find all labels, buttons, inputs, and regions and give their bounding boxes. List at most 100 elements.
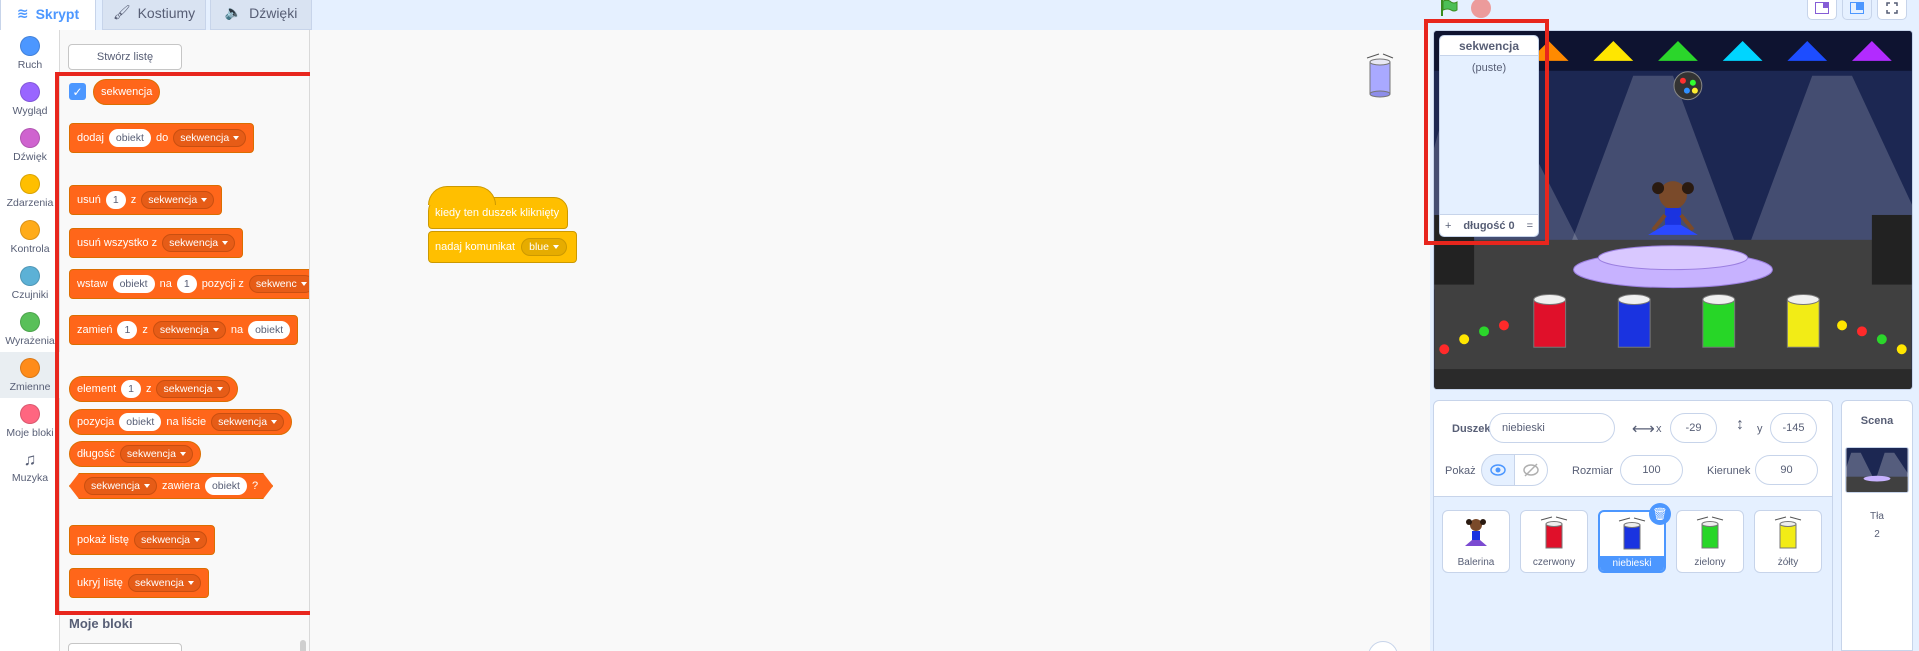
category-sensing[interactable]: Czujniki [0, 260, 60, 306]
make-block-button[interactable] [68, 643, 182, 651]
sprite-tile-zielony[interactable]: zielony [1676, 510, 1744, 573]
delete-item-block[interactable]: usuń 1 z sekwencja [69, 185, 223, 215]
y-input[interactable]: -145 [1770, 413, 1817, 443]
broadcast-block[interactable]: nadaj komunikat blue [428, 231, 577, 263]
small-stage-button[interactable] [1807, 0, 1837, 20]
insert-at-block[interactable]: wstaw obiekt na 1 pozycji z sekwenc [69, 269, 309, 299]
category-my-blocks[interactable]: Moje bloki [0, 398, 60, 444]
category-variables[interactable]: Zmienne [0, 352, 60, 398]
block-text: dodaj [77, 132, 104, 144]
make-list-button[interactable]: Stwórz listę [68, 44, 182, 70]
tab-sounds-label: Dźwięki [249, 4, 298, 21]
category-sound[interactable]: Dźwięk [0, 122, 60, 168]
block-text: usuń [77, 194, 101, 206]
hide-list-block[interactable]: ukryj listę sekwencja [69, 568, 209, 598]
list-contains-block[interactable]: sekwencja zawiera obiekt ? [69, 473, 273, 499]
monitor-highlight-box [1424, 19, 1549, 245]
control-dot-icon [20, 220, 40, 240]
category-label: Dźwięk [13, 151, 47, 163]
list-reporter-block[interactable]: sekwencja [93, 79, 161, 105]
tab-costumes-label: Kostiumy [137, 4, 196, 21]
list-dropdown[interactable]: sekwencja [173, 129, 247, 147]
block-input[interactable]: obiekt [108, 129, 151, 147]
block-text: na [230, 324, 244, 336]
block-text: pozycji z [201, 278, 244, 290]
category-looks[interactable]: Wygląd [0, 76, 60, 122]
sprite-tile-balerina[interactable]: Balerina [1442, 510, 1510, 573]
delete-all-block[interactable]: usuń wszystko z sekwencja [69, 228, 244, 258]
script-area[interactable] [310, 30, 1430, 651]
green-flag-icon[interactable] [1440, 0, 1458, 16]
sprite-tile-czerwony[interactable]: czerwony [1520, 510, 1588, 573]
category-motion[interactable]: Ruch [0, 30, 60, 76]
insert-block-clip: wstaw obiekt na 1 pozycji z sekwenc [69, 269, 309, 301]
normal-stage-button[interactable] [1842, 0, 1872, 20]
x-input[interactable]: -29 [1670, 413, 1717, 443]
hide-sprite-toggle[interactable] [1514, 454, 1548, 486]
list-visibility-checkbox[interactable]: ✓ [69, 83, 86, 100]
message-dropdown[interactable]: blue [521, 238, 567, 256]
blue-drum-thumbnail-icon [1618, 517, 1646, 550]
tab-code[interactable]: ≋ Skrypt [0, 0, 96, 31]
block-input[interactable]: 1 [176, 275, 197, 293]
palette-scrollbar[interactable] [300, 640, 306, 651]
block-input[interactable]: 1 [121, 380, 141, 398]
fullscreen-button[interactable] [1877, 0, 1907, 20]
stage-selector[interactable]: Scena Tła 2 [1841, 400, 1913, 651]
category-events[interactable]: Zdarzenia [0, 168, 60, 214]
stage-selector-title: Scena [1860, 415, 1894, 427]
sprite-tile-name: żółty [1777, 557, 1799, 568]
tab-sounds[interactable]: 🔈 Dźwięki [210, 0, 312, 30]
list-dropdown[interactable]: sekwencja [156, 380, 230, 398]
block-text: ukryj listę [77, 577, 123, 589]
item-of-list-block[interactable]: element 1 z sekwencja [69, 376, 238, 402]
block-input[interactable]: obiekt [119, 413, 162, 431]
list-dropdown[interactable]: sekwencja [119, 445, 193, 463]
block-input[interactable]: 1 [105, 191, 126, 209]
list-dropdown[interactable]: sekwencja [127, 574, 201, 592]
my-blocks-heading: Moje bloki [69, 616, 133, 631]
block-input[interactable]: obiekt [205, 477, 247, 495]
sprite-tile-zolty[interactable]: żółty [1754, 510, 1822, 573]
replace-item-block[interactable]: zamień 1 z sekwencja na obiekt [69, 315, 299, 345]
sound-dot-icon [20, 128, 40, 148]
block-input[interactable]: 1 [117, 321, 138, 339]
add-to-list-block[interactable]: dodaj obiekt do sekwencja [69, 123, 255, 153]
eye-icon [1490, 464, 1506, 476]
list-dropdown[interactable]: sekwencja [152, 321, 226, 339]
replace-block-clip: zamień 1 z sekwencja na obiekt [69, 315, 309, 347]
sensing-dot-icon [20, 266, 40, 286]
category-label: Zdarzenia [6, 197, 54, 209]
sprite-name-input[interactable]: niebieski [1489, 413, 1615, 443]
block-input[interactable]: obiekt [112, 275, 155, 293]
list-dropdown[interactable]: sekwencja [211, 413, 285, 431]
block-input[interactable]: obiekt [248, 321, 291, 339]
item-number-block[interactable]: pozycja obiekt na liście sekwencja [69, 409, 293, 435]
list-length-block[interactable]: długość sekwencja [69, 441, 201, 467]
category-operators[interactable]: Wyrażenia [0, 306, 60, 352]
list-dropdown[interactable]: sekwencja [84, 477, 157, 495]
list-dropdown[interactable]: sekwenc [248, 275, 309, 293]
x-label: x [1656, 423, 1662, 435]
category-control[interactable]: Kontrola [0, 214, 60, 260]
y-label: y [1757, 423, 1763, 435]
show-label: Pokaż [1445, 465, 1476, 477]
delete-sprite-icon[interactable]: 🗑 [1649, 503, 1671, 525]
sprite-drum-thumbnail-icon [1366, 53, 1394, 98]
motion-dot-icon [20, 36, 40, 56]
category-music[interactable]: ♫ Muzyka [0, 444, 60, 490]
list-dropdown[interactable]: sekwencja [141, 191, 215, 209]
backdrops-count: 2 [1874, 529, 1880, 540]
stop-button[interactable] [1471, 0, 1491, 18]
block-text: zawiera [162, 480, 200, 492]
show-sprite-toggle[interactable] [1481, 454, 1515, 486]
show-list-block[interactable]: pokaż listę sekwencja [69, 525, 216, 555]
block-text: pokaż listę [77, 534, 129, 546]
size-input[interactable]: 100 [1620, 455, 1683, 485]
normal-stage-icon [1850, 2, 1864, 14]
list-dropdown[interactable]: sekwencja [133, 531, 208, 549]
direction-input[interactable]: 90 [1755, 455, 1818, 485]
when-sprite-clicked-block[interactable]: kiedy ten duszek kliknięty [428, 186, 568, 229]
list-dropdown[interactable]: sekwencja [162, 234, 236, 252]
tab-costumes[interactable]: 🖌 Kostiumy [102, 0, 206, 30]
